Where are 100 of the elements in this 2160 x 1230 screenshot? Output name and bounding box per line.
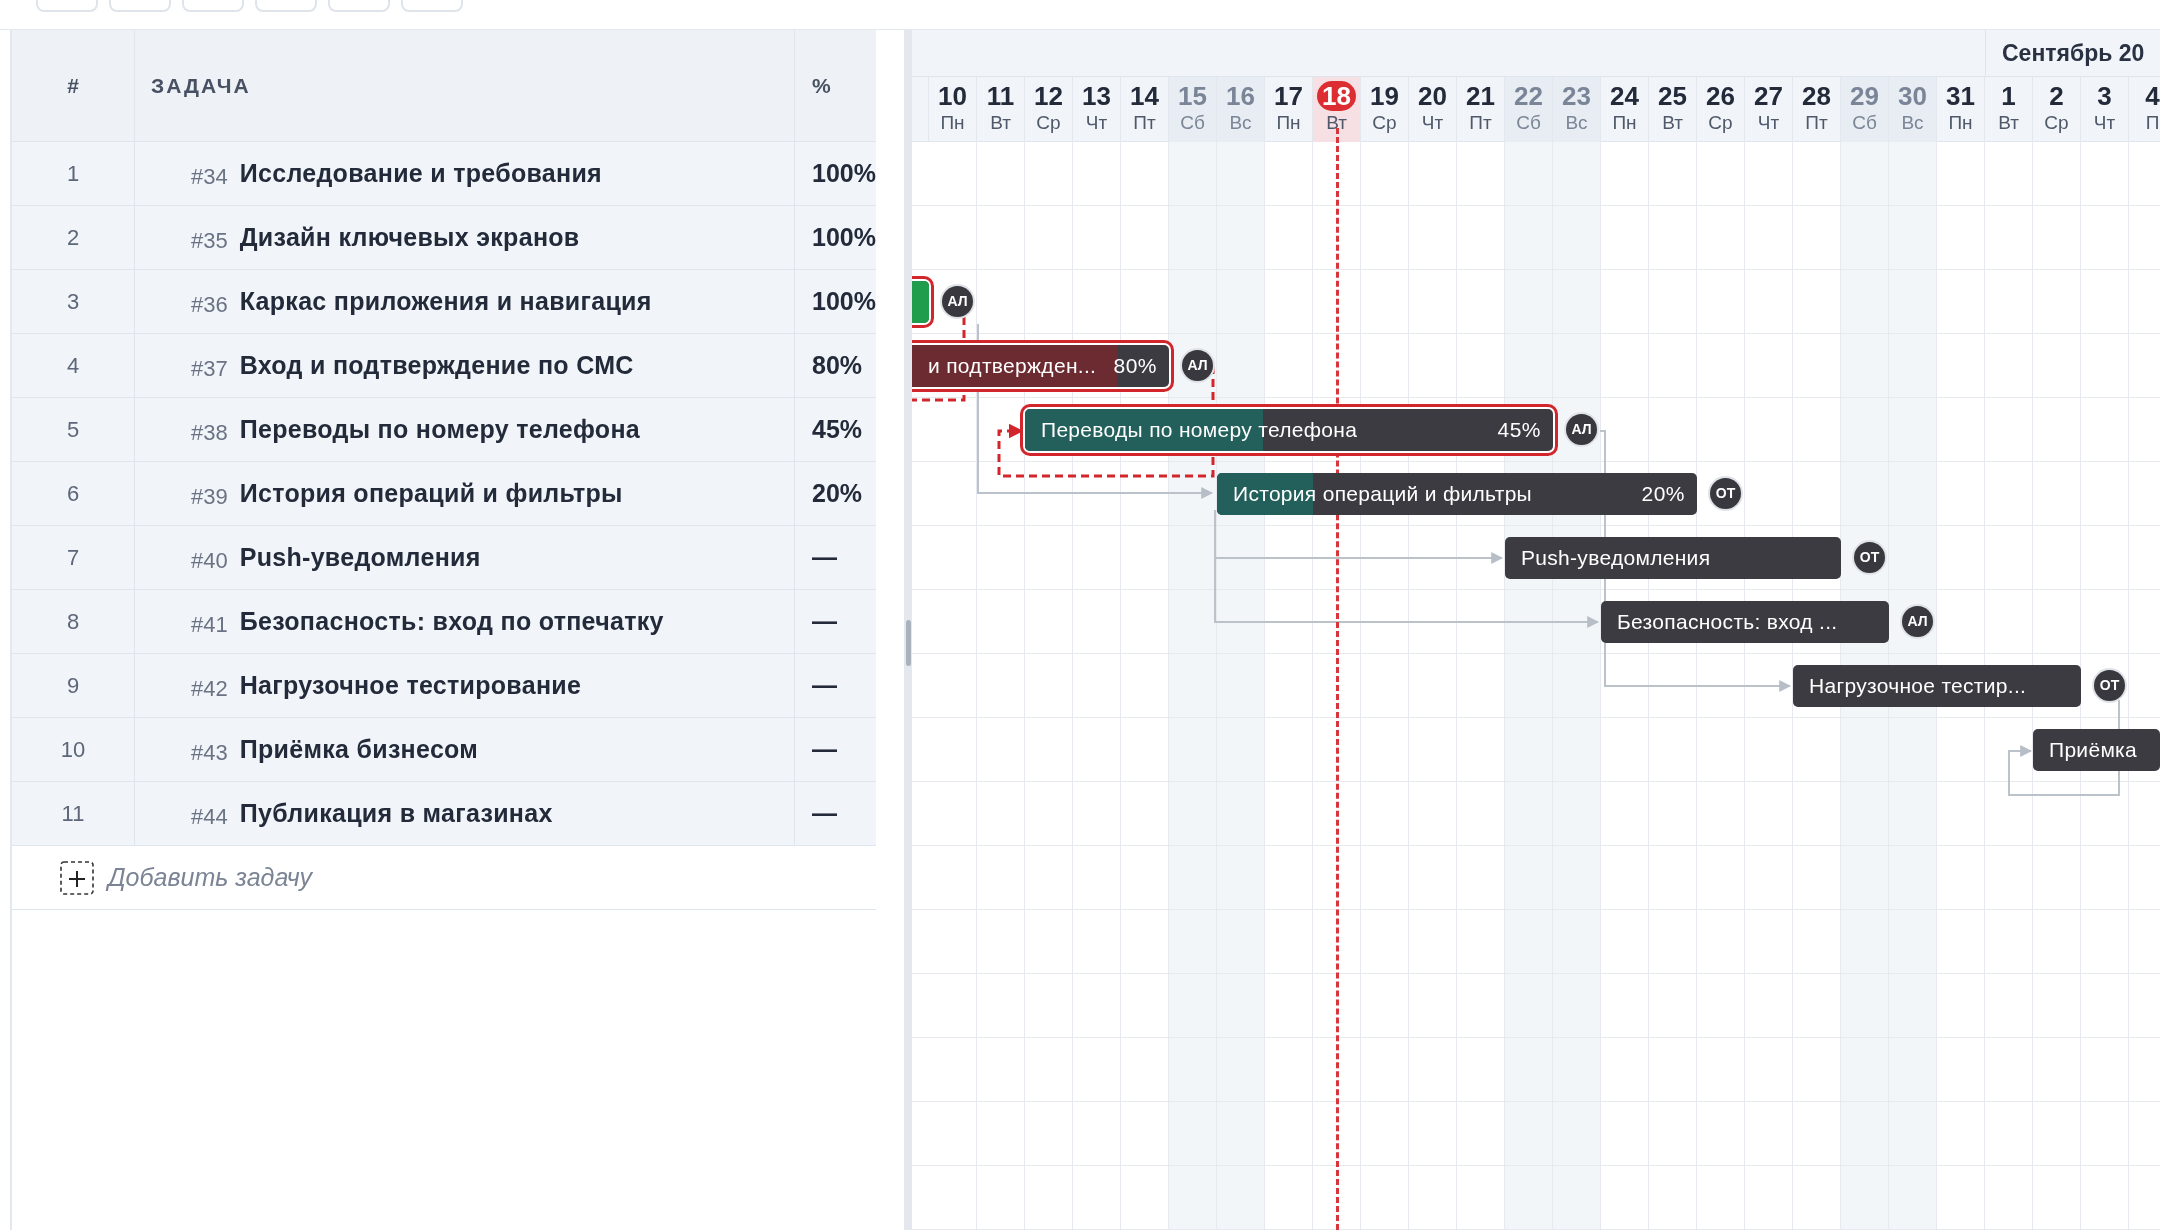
assignee-avatar[interactable]: АЛ	[942, 286, 973, 317]
day-number: 26	[1706, 81, 1735, 111]
task-id: #34	[191, 163, 228, 191]
bar-label: и подтвержден...	[927, 353, 1098, 380]
day-number: 20	[1418, 81, 1447, 111]
row-number: 3	[66, 288, 80, 316]
task-percent: 80%	[812, 349, 863, 381]
weekday-label: Вт	[990, 111, 1011, 135]
day-number: 10	[938, 81, 967, 111]
bar-percent: 20%	[1641, 481, 1686, 508]
weekday-label: Ср	[2044, 111, 2069, 135]
task-id: #42	[191, 675, 228, 703]
weekday-label: Ср	[1372, 111, 1397, 135]
task-name[interactable]: Публикация в магазинах	[239, 794, 553, 833]
bar-label: Приёмка	[2048, 737, 2139, 764]
task-name[interactable]: История операций и фильтры	[239, 474, 623, 513]
task-name[interactable]: Вход и подтверждение по СМС	[239, 346, 634, 385]
day-number: 3	[2097, 81, 2112, 111]
task-name[interactable]: Push-уведомления	[239, 538, 481, 577]
task-id: #36	[191, 291, 228, 319]
row-number: 9	[66, 672, 80, 700]
weekday-label: Вт	[1326, 111, 1347, 135]
weekday-label: Сб	[1852, 111, 1877, 135]
task-id: #37	[191, 355, 228, 383]
task-percent: 100%	[812, 221, 876, 253]
day-number: 11	[986, 81, 1015, 111]
column-header[interactable]: ЗАДАЧА	[151, 69, 251, 102]
day-number: 27	[1754, 81, 1783, 111]
weekday-label: Вт	[1662, 111, 1683, 135]
day-number: 21	[1466, 81, 1495, 111]
weekday-label: Чт	[1085, 111, 1108, 135]
task-percent: —	[812, 797, 837, 829]
task-percent: —	[812, 733, 837, 765]
day-number: 29	[1850, 81, 1879, 111]
weekday-label: Ср	[1708, 111, 1733, 135]
task-name[interactable]: Дизайн ключевых экранов	[239, 218, 580, 257]
weekday-label: Ср	[1036, 111, 1061, 135]
day-number: 25	[1658, 81, 1687, 111]
weekday-label: Чт	[1421, 111, 1444, 135]
task-bar[interactable]: Приёмка	[2033, 729, 2160, 771]
task-id: #40	[191, 547, 228, 575]
row-number: 5	[66, 416, 80, 444]
row-number: 6	[66, 480, 80, 508]
resize-handle[interactable]	[906, 620, 911, 666]
task-name[interactable]: Безопасность: вход по отпечатку	[239, 602, 664, 641]
day-number: 22	[1514, 81, 1543, 111]
assignee-avatar[interactable]: АЛ	[1566, 414, 1597, 445]
weekday-label: Вс	[1901, 111, 1924, 135]
weekday-label: Чт	[2093, 111, 2116, 135]
task-name[interactable]: Приёмка бизнесом	[239, 730, 479, 769]
bar-label: Безопасность: вход ...	[1616, 609, 1839, 636]
task-name[interactable]: Переводы по номеру телефона	[239, 410, 640, 449]
day-number: 15	[1178, 81, 1207, 111]
day-number: 12	[1034, 81, 1063, 111]
weekday-label: Сб	[1516, 111, 1541, 135]
assignee-avatar[interactable]: ОТ	[2094, 670, 2125, 701]
task-id: #44	[191, 803, 228, 831]
weekday-label: Пн	[940, 111, 965, 135]
day-number: 16	[1226, 81, 1255, 111]
weekday-label: Пн	[1612, 111, 1637, 135]
bar-label: Переводы по номеру телефона	[1040, 417, 1359, 444]
weekday-label: Пт	[1805, 111, 1828, 135]
weekday-label: Пт	[1469, 111, 1492, 135]
task-name[interactable]: Каркас приложения и навигация	[239, 282, 652, 321]
assignee-avatar[interactable]: АЛ	[1182, 350, 1213, 381]
column-header[interactable]: #	[67, 69, 79, 102]
weekday-label: П	[2145, 111, 2160, 135]
task-name[interactable]: Нагрузочное тестирование	[239, 666, 582, 705]
task-id: #41	[191, 611, 228, 639]
task-bar[interactable]: Нагрузочное тестир...	[1793, 665, 2081, 707]
add-icon[interactable]	[60, 860, 94, 895]
assignee-avatar[interactable]: ОТ	[1854, 542, 1885, 573]
day-number: 24	[1610, 81, 1639, 111]
weekday-label: Вт	[1998, 111, 2019, 135]
day-number: 31	[1946, 81, 1975, 111]
task-bar[interactable]: Безопасность: вход ...	[1601, 601, 1889, 643]
task-percent: 45%	[812, 413, 863, 445]
task-percent: 100%	[812, 285, 876, 317]
task-bar[interactable]: Push-уведомления	[1505, 537, 1841, 579]
row-number: 7	[66, 544, 80, 572]
row-number: 11	[61, 800, 85, 828]
assignee-avatar[interactable]: АЛ	[1902, 606, 1933, 637]
row-number: 4	[66, 352, 80, 380]
task-bar[interactable]: История операций и фильтры 20%	[1217, 473, 1697, 515]
task-id: #43	[191, 739, 228, 767]
task-percent: —	[812, 669, 837, 701]
weekday-label: Пн	[1948, 111, 1973, 135]
row-number: 2	[66, 224, 80, 252]
task-name[interactable]: Исследование и требования	[239, 154, 602, 193]
task-id: #39	[191, 483, 228, 511]
day-number: 23	[1562, 81, 1591, 111]
day-number: 4	[2145, 81, 2160, 111]
row-number: 10	[60, 736, 86, 764]
assignee-avatar[interactable]: ОТ	[1710, 478, 1741, 509]
day-number: 1	[2001, 81, 2016, 111]
column-header[interactable]: %	[812, 69, 831, 102]
task-percent: 100%	[812, 157, 876, 189]
bar-label: Push-уведомления	[1520, 545, 1712, 572]
day-number: 19	[1370, 81, 1399, 111]
bar-percent: 80%	[1113, 353, 1158, 380]
